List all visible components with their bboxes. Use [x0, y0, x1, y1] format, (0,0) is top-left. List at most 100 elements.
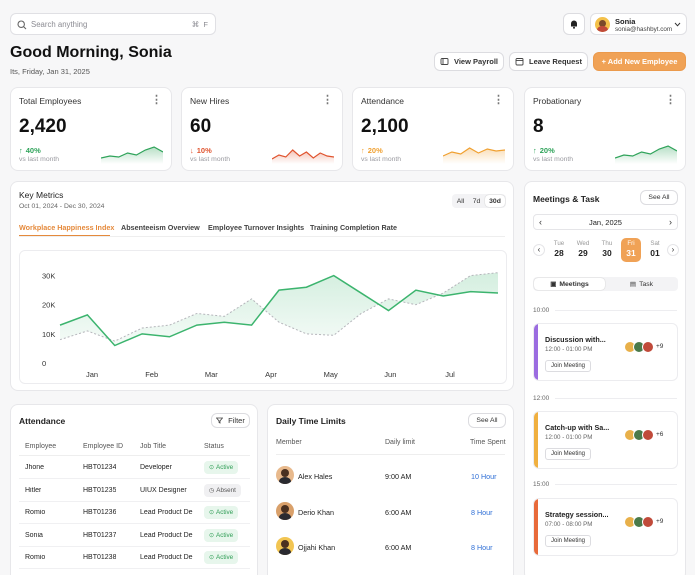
filter-button[interactable]: Filter	[211, 413, 250, 428]
meeting-card[interactable]: Strategy session... 07:00 - 08:00 PM +9 Joi…	[533, 498, 678, 556]
job-title: Lead Product De	[140, 509, 193, 516]
job-title: UIUX Designer	[140, 486, 187, 494]
more-options-icon[interactable]: ⋮	[493, 95, 504, 106]
member-name: Alex Hales	[298, 472, 333, 481]
time-limits-see-all-button[interactable]: See All	[468, 413, 506, 428]
see-all-label: See All	[476, 417, 498, 424]
series-band	[60, 272, 498, 346]
period-toggle: All 7d 30d	[452, 194, 506, 208]
leave-request-button[interactable]: Leave Request	[509, 52, 588, 71]
col-time-spent: Time Spent	[470, 439, 506, 446]
avatar	[276, 466, 294, 484]
status-badge: ⊙ Active	[204, 551, 239, 564]
filter-label: Filter	[228, 416, 245, 425]
meeting-time: 12:00 - 01:00 PM	[545, 434, 593, 441]
employee-name: Sonia	[25, 531, 43, 539]
day-cell[interactable]: Wed 29	[573, 238, 593, 262]
employee-id: HBT01238	[83, 554, 117, 561]
view-payroll-label: View Payroll	[453, 57, 499, 66]
time-divider	[555, 484, 677, 485]
member-row[interactable]: Alex Hales 9:00 AM 10 Hour	[276, 463, 506, 489]
stat-change-value: 20%	[367, 146, 383, 155]
more-options-icon[interactable]: ⋮	[322, 95, 333, 106]
meeting-card[interactable]: Catch-up with Sa... 12:00 - 01:00 PM +6 Joi…	[533, 411, 678, 469]
meetings-see-all-button[interactable]: See All	[640, 190, 678, 205]
status-label: Active	[216, 464, 234, 471]
time-label: 10:00	[533, 307, 550, 314]
join-meeting-button[interactable]: Join Meeting	[545, 360, 591, 372]
tab-absenteeism[interactable]: Absenteeism Overview	[121, 223, 200, 232]
table-row[interactable]: Romio HBT01236 Lead Product De ⊙ Active	[19, 502, 250, 524]
participant-avatar	[642, 341, 654, 353]
stat-change-value: 10%	[196, 146, 212, 155]
time-label: 15:00	[533, 481, 550, 488]
view-payroll-button[interactable]: View Payroll	[434, 52, 504, 71]
table-row[interactable]: Jhone HBT01234 Developer ⊙ Active	[19, 457, 250, 479]
task-icon: ▤	[629, 281, 637, 288]
join-meeting-button[interactable]: Join Meeting	[545, 448, 591, 460]
notification-button[interactable]	[563, 13, 585, 35]
period-30d[interactable]: 30d	[485, 195, 505, 207]
meeting-color-bar	[534, 499, 538, 555]
chevron-right-icon[interactable]: ›	[669, 217, 672, 227]
search-placeholder: Search anything	[31, 20, 88, 29]
tab-training[interactable]: Training Completion Rate	[310, 223, 397, 232]
search-box[interactable]: Search anything ⌘ F	[10, 13, 216, 35]
meeting-time: 07:00 - 08:00 PM	[545, 521, 593, 528]
table-row[interactable]: Sonia HBT01237 Lead Product De ⊙ Active	[19, 525, 250, 547]
month-selector: ‹ Jan, 2025 ›	[533, 214, 678, 230]
tab-meetings[interactable]: ▣ Meetings	[534, 278, 605, 290]
member-row[interactable]: Ojjahi Khan 6:00 AM 8 Hour	[276, 534, 506, 560]
meeting-title: Strategy session...	[545, 510, 609, 519]
meeting-color-bar	[534, 324, 538, 380]
daily-limit: 9:00 AM	[385, 472, 412, 481]
day-strip: Tue 28 Wed 29 Thu 30 Fri 31 Sat 01	[549, 238, 665, 264]
member-row[interactable]: Derio Khan 6:00 AM 8 Hour	[276, 499, 506, 525]
day-name: Tue	[553, 240, 565, 247]
period-all[interactable]: All	[453, 195, 468, 207]
stat-change-value: 20%	[539, 146, 555, 155]
employee-id: HBT01234	[83, 464, 117, 471]
period-7d[interactable]: 7d	[469, 195, 484, 207]
day-name: Sat	[650, 240, 660, 247]
day-cell[interactable]: Sat 01	[645, 238, 665, 262]
status-label: Active	[216, 554, 234, 561]
meetings-card: Meetings & Task See All ‹ Jan, 2025 › ‹ …	[524, 181, 686, 575]
day-date: 28	[554, 248, 564, 258]
day-cell[interactable]: Fri 31	[621, 238, 641, 262]
status-badge: ⊙ Active	[204, 528, 239, 542]
tab-turnover[interactable]: Employee Turnover Insights	[208, 223, 304, 232]
day-cell[interactable]: Thu 30	[597, 238, 617, 262]
clock-icon: ◷	[209, 487, 215, 494]
tab-task-label: Task	[639, 280, 654, 288]
stat-value: 2,100	[361, 116, 409, 137]
week-next-button[interactable]: ›	[667, 244, 679, 256]
status-label: Absent	[216, 486, 236, 494]
add-employee-button[interactable]: + Add New Employee	[593, 52, 686, 71]
tab-task[interactable]: ▤ Task	[606, 278, 677, 290]
arrow-up-icon: ↑	[361, 146, 365, 155]
more-options-icon[interactable]: ⋮	[151, 95, 162, 106]
y-tick-label: 20K	[42, 301, 55, 310]
meeting-title: Catch-up with Sa...	[545, 423, 610, 432]
user-menu[interactable]: Sonia sonia@hashbyt.com	[590, 13, 687, 35]
meetings-title: Meetings & Task	[533, 194, 600, 204]
more-options-icon[interactable]: ⋮	[665, 95, 676, 106]
table-row[interactable]: Hitler HBT01235 UIUX Designer ◷ Absent	[19, 480, 250, 502]
join-meeting-label: Join Meeting	[550, 363, 586, 369]
status-label: Active	[216, 531, 234, 539]
time-divider	[555, 310, 677, 311]
join-meeting-button[interactable]: Join Meeting	[545, 535, 591, 547]
tab-workplace-happiness[interactable]: Workplace Happiness Index	[19, 223, 114, 232]
table-row[interactable]: Romio HBT01238 Lead Product De ⊙ Active	[19, 547, 250, 569]
meeting-card[interactable]: Discussion with... 12:00 - 01:00 PM +9 Join…	[533, 323, 678, 381]
chevron-down-icon	[674, 22, 681, 27]
payroll-icon	[440, 58, 449, 65]
page-date: Its, Friday, Jan 31, 2025	[10, 67, 90, 76]
x-tick-label: Apr	[265, 370, 277, 379]
x-tick-label: May	[324, 370, 338, 379]
day-cell[interactable]: Tue 28	[549, 238, 569, 262]
week-prev-button[interactable]: ‹	[533, 244, 545, 256]
sparkline	[615, 145, 677, 164]
stat-subtext: vs last month	[361, 156, 402, 163]
